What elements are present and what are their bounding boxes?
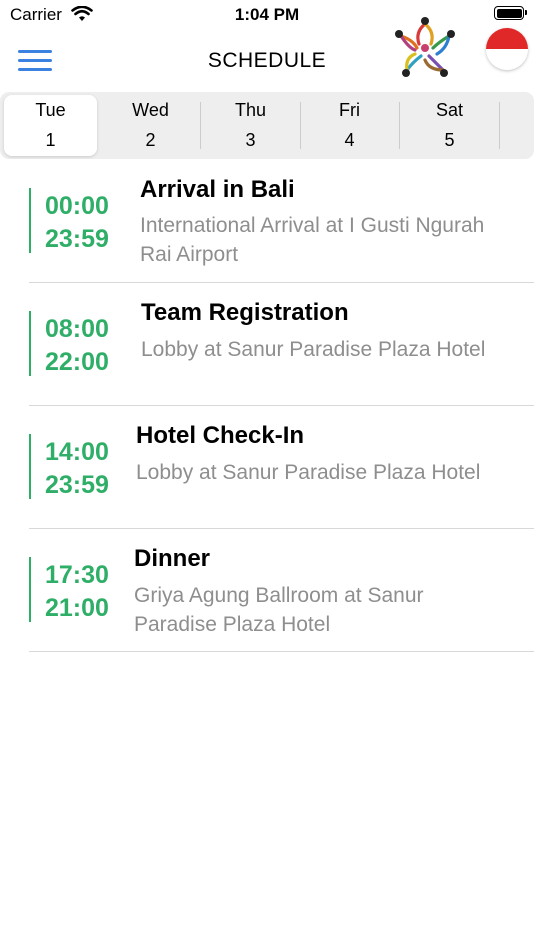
schedule-item[interactable]: 14:00 23:59 Hotel Check-In Lobby at Sanu…	[0, 406, 534, 529]
day-selector: Tue 1 Wed 2 Thu 3 Fri 4 Sat 5	[0, 92, 534, 159]
start-time: 00:00	[45, 192, 109, 220]
day-number: 5	[444, 130, 455, 150]
event-location: Griya Agung Ballroom at Sanur Paradise P…	[134, 584, 424, 636]
schedule-list: 00:00 23:59 Arrival in Bali Internationa…	[0, 160, 534, 652]
day-tab-sat[interactable]: Sat 5	[400, 92, 499, 159]
end-time: 22:00	[45, 348, 109, 376]
day-tab-fri[interactable]: Fri 4	[300, 92, 399, 159]
day-number: 2	[145, 130, 156, 150]
row-divider	[29, 651, 534, 652]
time-indicator-bar	[29, 311, 31, 376]
day-name: Sat	[435, 100, 464, 120]
end-time: 21:00	[45, 594, 109, 622]
battery-icon	[494, 6, 527, 20]
start-time: 14:00	[45, 438, 109, 466]
language-flag-button[interactable]	[486, 28, 528, 70]
day-number: 3	[245, 130, 256, 150]
end-time: 23:59	[45, 225, 109, 253]
event-title: Dinner	[134, 545, 211, 572]
event-location: International Arrival at I Gusti Ngurah …	[140, 214, 485, 266]
time-indicator-bar	[29, 557, 31, 622]
time-range: 08:00 22:00	[45, 313, 109, 379]
day-number: 1	[45, 130, 56, 150]
start-time: 17:30	[45, 561, 109, 589]
schedule-item[interactable]: 08:00 22:00 Team Registration Lobby at S…	[0, 283, 534, 406]
day-number: 4	[344, 130, 355, 150]
day-tab-tue[interactable]: Tue 1	[4, 95, 97, 156]
event-title: Hotel Check-In	[136, 422, 305, 449]
time-indicator-bar	[29, 188, 31, 253]
schedule-item[interactable]: 17:30 21:00 Dinner Griya Agung Ballroom …	[0, 529, 534, 652]
time-range: 00:00 23:59	[45, 190, 109, 256]
day-tab-thu[interactable]: Thu 3	[201, 92, 300, 159]
day-tab-wed[interactable]: Wed 2	[101, 92, 200, 159]
event-title: Arrival in Bali	[140, 176, 295, 203]
navigation-bar: SCHEDULE	[0, 17, 534, 90]
event-location: Lobby at Sanur Paradise Plaza Hotel	[136, 461, 481, 484]
start-time: 08:00	[45, 315, 109, 343]
event-logo	[389, 12, 461, 84]
day-name: Thu	[234, 100, 267, 120]
event-title: Team Registration	[141, 299, 349, 326]
day-name: Tue	[35, 100, 66, 120]
time-range: 17:30 21:00	[45, 559, 109, 625]
schedule-item[interactable]: 00:00 23:59 Arrival in Bali Internationa…	[0, 160, 534, 283]
time-indicator-bar	[29, 434, 31, 499]
event-location: Lobby at Sanur Paradise Plaza Hotel	[141, 338, 486, 361]
time-range: 14:00 23:59	[45, 436, 109, 502]
day-name: Wed	[132, 100, 169, 120]
day-name: Fri	[339, 100, 360, 120]
end-time: 23:59	[45, 471, 109, 499]
